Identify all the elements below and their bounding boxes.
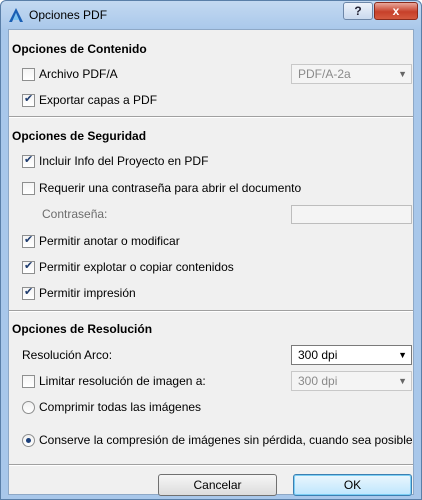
section-divider [9,310,413,312]
pdfa-checkbox[interactable] [22,67,35,81]
allow-print-label: Permitir impresión [39,286,136,300]
pdfa-checkbox-row[interactable]: Archivo PDF/A [22,66,118,82]
chevron-down-icon: ▼ [398,350,407,360]
export-layers-row[interactable]: Exportar capas a PDF [22,92,157,108]
limit-image-checkbox[interactable] [22,374,35,388]
lossless-radio[interactable] [22,433,35,447]
resolution-section-title: Opciones de Resolución [12,322,153,336]
cancel-button[interactable]: Cancelar [158,474,277,496]
arc-resolution-row: Resolución Arco: [22,347,112,363]
password-label: Contraseña: [42,207,108,221]
compress-all-row[interactable]: Comprimir todas las imágenes [22,399,201,415]
allow-copy-row[interactable]: Permitir explotar o copiar contenidos [22,259,234,275]
arc-resolution-label: Resolución Arco: [22,348,113,362]
allow-copy-checkbox[interactable] [22,259,35,274]
section-divider [9,116,413,118]
help-button[interactable]: ? [343,2,373,20]
lossless-label: Conserve la compresión de imágenes sin p… [39,433,413,447]
chevron-down-icon: ▼ [398,69,407,79]
export-layers-checkbox[interactable] [22,92,35,107]
title-bar[interactable]: Opciones PDF ? x [1,1,421,29]
require-password-label: Requerir una contraseña para abrir el do… [39,181,302,195]
limit-image-select[interactable]: 300 dpi ▼ [291,371,412,391]
footer-divider [9,464,413,466]
allow-copy-label: Permitir explotar o copiar contenidos [39,260,234,274]
compress-all-radio[interactable] [22,400,35,414]
archicad-logo-icon [9,8,23,22]
arc-resolution-value: 300 dpi [298,348,338,362]
allow-print-row[interactable]: Permitir impresión [22,285,136,301]
pdfa-label: Archivo PDF/A [39,67,118,81]
close-icon: x [392,4,400,18]
compress-all-label: Comprimir todas las imágenes [39,400,202,414]
password-label-row: Contraseña: [42,206,107,222]
export-layers-label: Exportar capas a PDF [39,93,158,107]
password-input[interactable] [291,205,412,224]
include-info-label: Incluir Info del Proyecto en PDF [39,154,209,168]
allow-annotate-label: Permitir anotar o modificar [39,234,180,248]
security-section-title: Opciones de Seguridad [12,129,147,143]
pdfa-version-select[interactable]: PDF/A-2a ▼ [291,64,412,84]
limit-image-label: Limitar resolución de imagen a: [39,374,206,388]
allow-print-checkbox[interactable] [22,285,35,300]
close-button[interactable]: x [374,2,418,20]
dialog-body: Opciones de Contenido Archivo PDF/A PDF/… [8,29,414,496]
include-info-checkbox[interactable] [22,153,35,168]
allow-annotate-checkbox[interactable] [22,233,35,248]
content-section-title: Opciones de Contenido [12,42,147,56]
chevron-down-icon: ▼ [398,376,407,386]
lossless-row[interactable]: Conserve la compresión de imágenes sin p… [22,432,413,448]
pdf-options-dialog: Opciones PDF ? x Opciones de Contenido A… [0,0,422,500]
ok-button[interactable]: OK [293,474,412,496]
window-title: Opciones PDF [29,8,108,22]
pdfa-version-value: PDF/A-2a [298,67,351,81]
include-info-row[interactable]: Incluir Info del Proyecto en PDF [22,153,208,169]
require-password-checkbox[interactable] [22,181,35,195]
limit-image-row[interactable]: Limitar resolución de imagen a: [22,373,206,389]
require-password-row[interactable]: Requerir una contraseña para abrir el do… [22,180,301,196]
arc-resolution-select[interactable]: 300 dpi ▼ [291,345,412,365]
allow-annotate-row[interactable]: Permitir anotar o modificar [22,233,180,249]
limit-image-value: 300 dpi [298,374,338,388]
